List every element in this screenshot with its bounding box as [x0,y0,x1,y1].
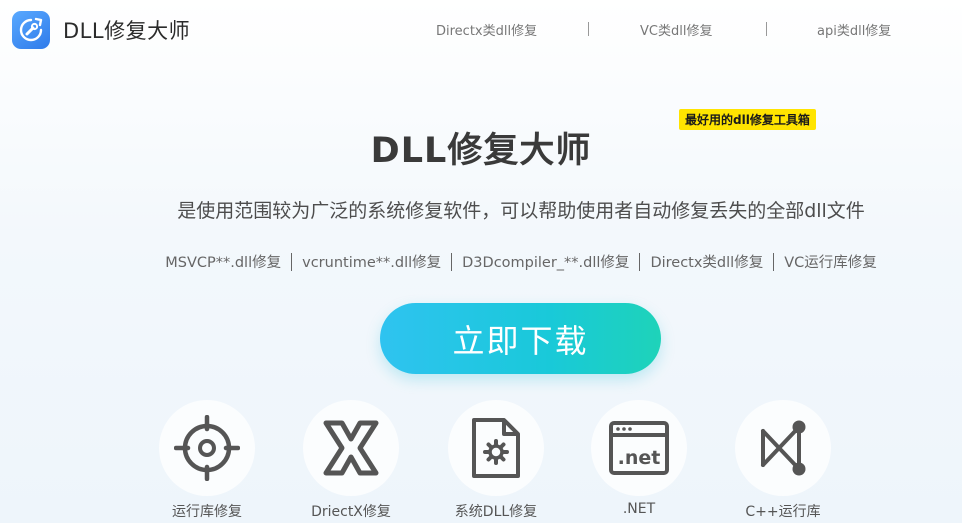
directx-icon [323,420,379,476]
tag-vcruntime: vcruntime**.dll修复 [302,255,442,271]
tag-directx: Directx类dll修复 [650,255,764,271]
tag-d3dcompiler: D3Dcompiler_**.dll修复 [462,255,630,271]
nav-api-dll[interactable]: api类dll修复 [817,20,891,39]
svg-text:.net: .net [618,447,661,469]
file-gear-icon [472,418,520,478]
feature-label: 运行库修复 [172,504,242,520]
nav-directx-dll[interactable]: Directx类dll修复 [436,20,537,39]
feature-system-dll-repair[interactable]: 系统DLL修复 [431,400,561,523]
feature-tags: MSVCP**.dll修复 vcruntime**.dll修复 D3Dcompi… [0,251,962,272]
feature-label: DriectX修复 [311,504,391,520]
page-subtitle: 是使用范围较为广泛的系统修复软件，可以帮助使用者自动修复丢失的全部dll文件 [177,200,865,222]
feature-label: .NET [622,501,656,517]
target-icon [174,415,240,481]
nav-divider [588,22,589,36]
feature-label: C++运行库 [745,504,821,520]
feature-runtime-repair[interactable]: 运行库修复 [142,400,272,523]
feature-cpp-runtime[interactable]: C++运行库 [718,400,848,523]
visual-studio-icon [761,420,806,476]
promo-badge: 最好用的dll修复工具箱 [679,109,816,130]
tag-vc-runtime: VC运行库修复 [784,255,877,271]
tag-msvcp: MSVCP**.dll修复 [165,255,282,271]
feature-dotnet[interactable]: .net .NET [574,400,704,523]
nav-vc-dll[interactable]: VC类dll修复 [640,20,712,39]
feature-label: 系统DLL修复 [454,504,538,520]
dotnet-window-icon: .net [609,421,669,475]
top-nav: Directx类dll修复 VC类dll修复 api类dll修复 [0,20,962,40]
header: DLL修复大师 Directx类dll修复 VC类dll修复 api类dll修复 [0,0,962,60]
feature-directx-repair[interactable]: DriectX修复 [286,400,416,523]
nav-divider [766,22,767,36]
page-title: DLL修复大师 [370,131,592,171]
download-button[interactable]: 立即下载 [380,303,661,374]
